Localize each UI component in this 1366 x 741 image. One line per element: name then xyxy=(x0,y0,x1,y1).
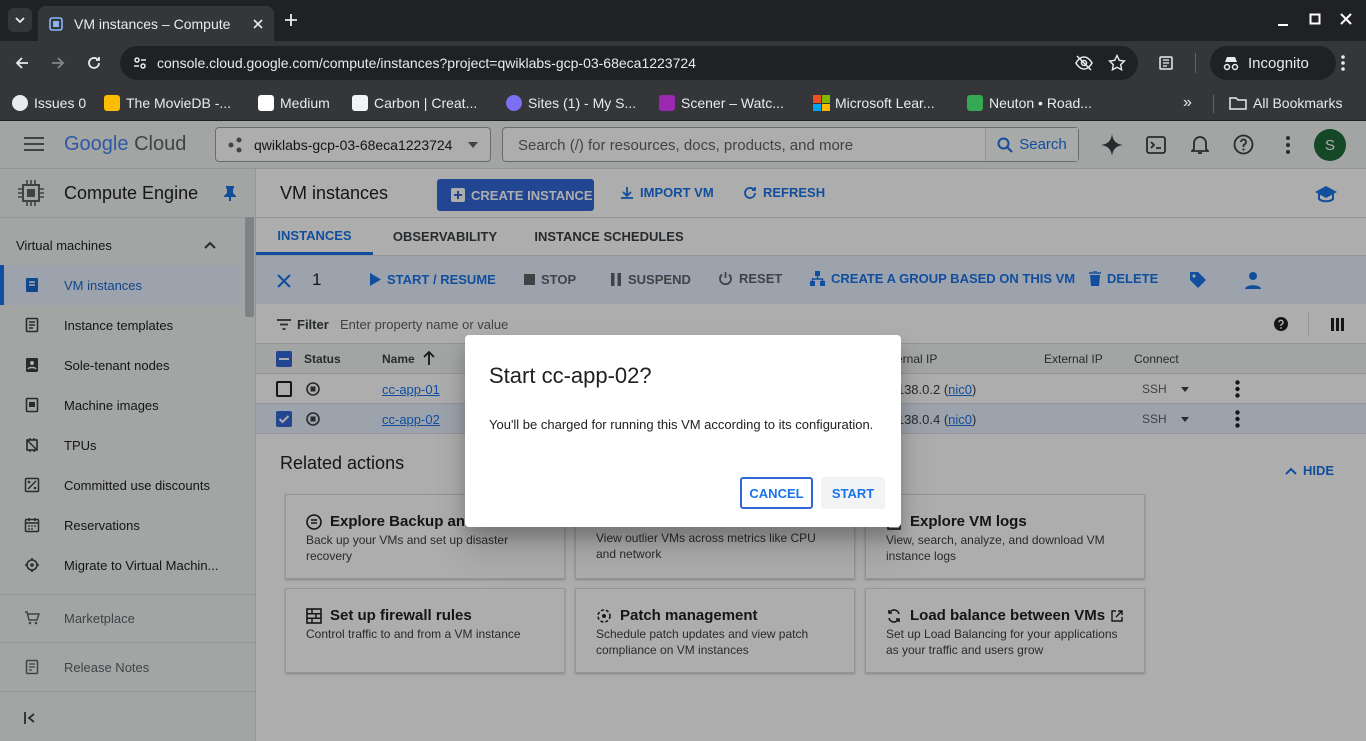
toolbar-divider xyxy=(1195,53,1196,73)
close-window-icon[interactable] xyxy=(1340,13,1352,25)
chevron-down-icon xyxy=(15,17,25,24)
medium-icon xyxy=(258,95,274,111)
start-button[interactable]: START xyxy=(821,477,885,509)
cancel-button[interactable]: CANCEL xyxy=(740,477,813,509)
bookmark-label: Carbon | Creat... xyxy=(374,95,478,111)
bookmark-label: Issues 0 xyxy=(34,95,87,111)
back-arrow-icon[interactable] xyxy=(14,55,30,71)
browser-tab-active[interactable]: VM instances – Compute xyxy=(38,6,274,41)
browser-tab-bar: VM instances – Compute xyxy=(0,0,1366,41)
bookmarks-divider xyxy=(1213,95,1214,113)
bookmark-label: The MovieDB -... xyxy=(126,95,232,111)
bookmark-item[interactable]: Microsoft Lear... xyxy=(813,92,935,114)
bookmark-label: Scener – Watc... xyxy=(681,95,784,111)
omnibox[interactable]: console.cloud.google.com/compute/instanc… xyxy=(120,46,1138,80)
maximize-icon[interactable] xyxy=(1309,13,1321,25)
minimize-icon[interactable] xyxy=(1277,14,1289,26)
new-tab-icon[interactable] xyxy=(284,13,298,27)
site-info-icon[interactable] xyxy=(132,55,148,71)
github-icon xyxy=(12,95,28,111)
microsoft-icon xyxy=(813,95,830,111)
neuton-icon xyxy=(967,95,983,111)
close-tab-icon[interactable] xyxy=(252,18,264,30)
bookmark-label: Sites (1) - My S... xyxy=(528,95,637,111)
bookmarks-overflow-icon[interactable]: » xyxy=(1183,92,1192,114)
all-bookmarks[interactable]: All Bookmarks xyxy=(1229,92,1342,114)
dialog-title: Start cc-app-02? xyxy=(489,363,652,388)
bookmark-item[interactable]: Sites (1) - My S... xyxy=(506,92,636,114)
bookmark-item[interactable]: Scener – Watc... xyxy=(659,92,784,114)
bookmark-item[interactable]: Medium xyxy=(258,92,330,114)
start-instance-dialog: Start cc-app-02? You'll be charged for r… xyxy=(465,335,901,527)
browser-address-bar: console.cloud.google.com/compute/instanc… xyxy=(0,41,1366,85)
reading-list-icon[interactable] xyxy=(1158,55,1174,71)
url-text: console.cloud.google.com/compute/instanc… xyxy=(157,55,696,71)
all-bookmarks-label: All Bookmarks xyxy=(1253,95,1343,111)
eye-off-icon[interactable] xyxy=(1074,54,1094,72)
folder-icon xyxy=(1229,97,1247,110)
tab-search-button[interactable] xyxy=(8,8,32,32)
compute-favicon-icon xyxy=(49,16,63,31)
forward-arrow-icon[interactable] xyxy=(50,55,66,71)
incognito-icon xyxy=(1223,57,1239,71)
moviedb-icon xyxy=(104,95,120,111)
bookmark-label: Medium xyxy=(280,95,330,111)
tab-title: VM instances – Compute xyxy=(74,15,231,32)
reload-icon[interactable] xyxy=(86,55,102,71)
carbon-icon xyxy=(352,95,368,111)
sites-icon xyxy=(506,95,522,111)
scener-icon xyxy=(659,95,675,111)
bookmark-label: Neuton • Road... xyxy=(989,95,1092,111)
browser-menu-icon[interactable] xyxy=(1340,54,1346,72)
bookmark-star-icon[interactable] xyxy=(1108,54,1126,72)
incognito-badge[interactable]: Incognito xyxy=(1210,46,1336,80)
bookmark-item[interactable]: Neuton • Road... xyxy=(967,92,1092,114)
bookmark-label: Microsoft Lear... xyxy=(835,95,935,111)
bookmark-item[interactable]: The MovieDB -... xyxy=(104,92,231,114)
bookmarks-bar: Issues 0 The MovieDB -... Medium Carbon … xyxy=(0,85,1366,121)
bookmark-item[interactable]: Carbon | Creat... xyxy=(352,92,477,114)
incognito-label: Incognito xyxy=(1248,54,1309,72)
dialog-body: You'll be charged for running this VM ac… xyxy=(489,417,874,432)
bookmark-item[interactable]: Issues 0 xyxy=(12,92,86,114)
